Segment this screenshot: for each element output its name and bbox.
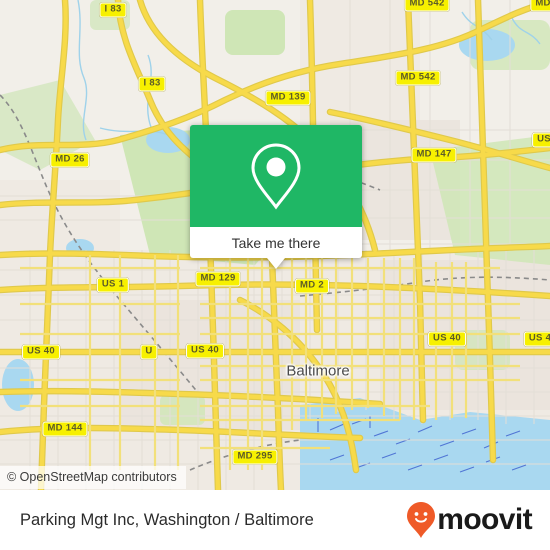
road-shield: MD 139 (265, 90, 311, 106)
road-shield: MD 295 (232, 449, 278, 465)
road-shield: I 83 (99, 2, 127, 18)
popup-action-bar[interactable]: Take me there (190, 227, 362, 269)
road-shield: US 4 (523, 331, 550, 347)
map-pin-icon (251, 143, 301, 210)
road-shield: MD 147 (411, 147, 457, 163)
popup-tail (267, 258, 285, 269)
road-shield: MD (530, 0, 550, 12)
place-label: Baltimore (286, 362, 350, 380)
road-shield: MD 26 (50, 152, 90, 168)
road-shield: MD 542 (395, 70, 441, 86)
destination-popup[interactable]: Take me there (190, 125, 362, 269)
take-me-there-label: Take me there (231, 234, 321, 251)
road-shield: US (532, 132, 550, 148)
footer-bar: Parking Mgt Inc, Washington / Baltimore … (0, 490, 550, 550)
road-shield: US 40 (186, 343, 224, 359)
moovit-place-map-card: I 83 I 83 MD 26 MD 139 MD 542 MD 542 MD MD 147 U… (0, 0, 550, 550)
moovit-wordmark: moovit (437, 503, 532, 536)
road-shield: MD 129 (195, 271, 241, 287)
road-shield: MD 2 (295, 278, 329, 294)
road-shield: US 1 (96, 277, 130, 293)
road-shield: U (140, 344, 158, 360)
place-title: Parking Mgt Inc, Washington / Baltimore (20, 510, 314, 529)
road-shield: I 83 (138, 76, 166, 92)
road-shield: US 40 (428, 331, 466, 347)
moovit-smiling-pin-icon (407, 502, 436, 538)
road-shield: MD 144 (42, 421, 88, 437)
road-shield: US 40 (22, 344, 60, 360)
map-attribution[interactable]: © OpenStreetMap contributors (0, 466, 186, 489)
popup-pin-area (190, 125, 362, 227)
moovit-logo[interactable]: moovit (406, 501, 533, 539)
road-shield: MD 542 (404, 0, 450, 12)
map-canvas[interactable]: I 83 I 83 MD 26 MD 139 MD 542 MD 542 MD MD 147 U… (0, 0, 550, 490)
